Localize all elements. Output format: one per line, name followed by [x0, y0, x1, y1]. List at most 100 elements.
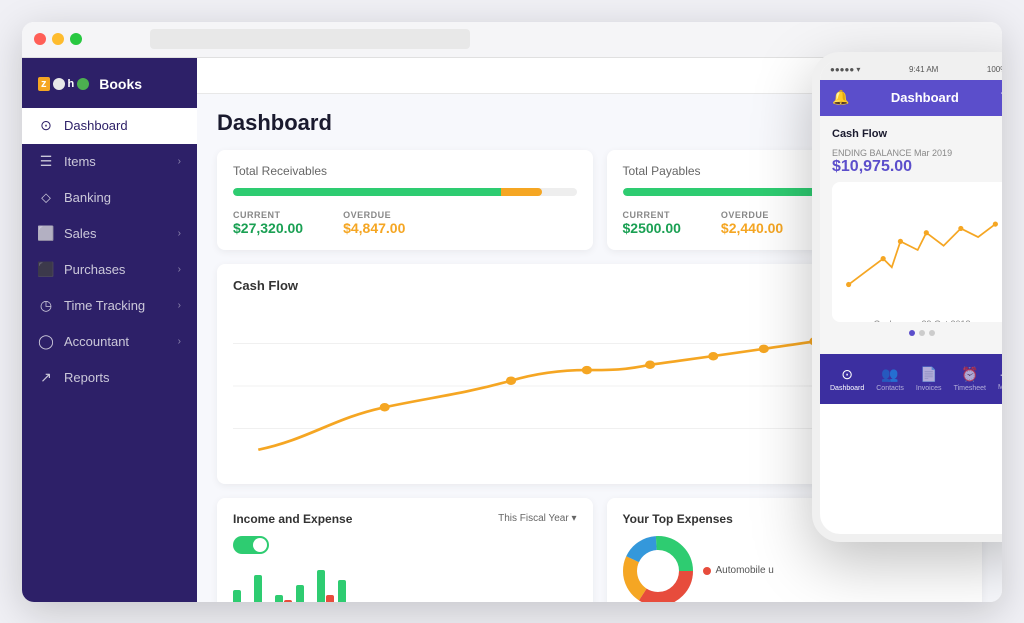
phone-nav-item-contacts[interactable]: 👥 Contacts	[876, 366, 904, 392]
phone-contacts-icon: 👥	[881, 366, 898, 383]
receivables-progress-overdue	[501, 188, 542, 196]
phone-nav-item-timesheet[interactable]: ⏰ Timesheet	[954, 366, 986, 392]
sidebar-item-label: Time Tracking	[64, 298, 145, 313]
bar-group	[275, 595, 292, 602]
bar	[275, 595, 283, 602]
phone-ending-balance-amount: $10,975.00	[832, 158, 1002, 176]
bar	[338, 580, 346, 602]
chevron-right-icon: ›	[178, 264, 181, 275]
receivables-values: CURRENT $27,320.00 OVERDUE $4,847.00	[233, 210, 577, 236]
reports-icon: ↗	[38, 370, 54, 386]
app-container: z h Books ⊙ Dashboard ☰ Items › ⬦ Bankin…	[22, 22, 1002, 602]
traffic-lights	[34, 33, 82, 45]
bar	[326, 595, 334, 602]
bar-group	[254, 575, 271, 602]
phone-nav-label: Timesheet	[954, 385, 986, 392]
top-expenses-legend: Automobile u	[703, 565, 774, 576]
phone-cash-flow-header: Cash Flow	[832, 128, 1002, 140]
chevron-right-icon: ›	[178, 228, 181, 239]
sidebar-logo: z h Books	[22, 66, 197, 108]
maximize-button[interactable]	[70, 33, 82, 45]
logo-z: z	[38, 77, 50, 91]
sidebar-item-label: Purchases	[64, 262, 125, 277]
sidebar-item-purchases[interactable]: ⬛ Purchases ›	[22, 252, 197, 288]
income-expense-toggle[interactable]	[233, 536, 269, 554]
income-expense-filter[interactable]: This Fiscal Year ▾	[498, 513, 576, 524]
phone-nav-item-invoices[interactable]: 📄 Invoices	[916, 366, 942, 392]
phone-dashboard-icon: ⊙	[841, 366, 853, 383]
phone-balance-section: ENDING BALANCE Mar 2019 $10,975.00	[832, 148, 1002, 176]
sales-icon: ⬜	[38, 226, 54, 242]
phone-bell-icon[interactable]: 🔔	[832, 89, 849, 106]
bar	[284, 600, 292, 602]
accountant-icon: ◯	[38, 334, 54, 350]
bar-group	[233, 590, 250, 602]
phone-timesheet-icon: ⏰	[961, 366, 978, 383]
chevron-right-icon: ›	[178, 336, 181, 347]
sidebar-item-reports[interactable]: ↗ Reports	[22, 360, 197, 396]
sidebar-item-sales[interactable]: ⬜ Sales ›	[22, 216, 197, 252]
bar	[254, 575, 262, 602]
sidebar-item-label: Reports	[64, 370, 110, 385]
total-receivables-title: Total Receivables	[233, 164, 577, 178]
bar	[233, 590, 241, 602]
sidebar-item-label: Sales	[64, 226, 97, 241]
items-icon: ☰	[38, 154, 54, 170]
income-expense-title: Income and Expense	[233, 512, 352, 526]
income-expense-bar-chart	[233, 560, 577, 602]
phone-signal: ●●●●● ▾	[830, 65, 860, 74]
receivables-progress-bar	[233, 188, 577, 196]
phone-nav-item-more[interactable]: ··· More	[998, 366, 1002, 391]
sidebar-item-accountant[interactable]: ◯ Accountant ›	[22, 324, 197, 360]
phone-cash-flow-title: Cash Flow	[832, 128, 887, 140]
logo-o1	[53, 78, 65, 90]
minimize-button[interactable]	[52, 33, 64, 45]
phone-status-bar: ●●●●● ▾ 9:41 AM 100% ▮	[820, 60, 1002, 80]
phone-battery: 100% ▮	[987, 65, 1002, 74]
mobile-phone-overlay: ●●●●● ▾ 9:41 AM 100% ▮ 🔔 Dashboard ↻ Cas…	[812, 52, 1002, 542]
receivables-current-amount: $27,320.00	[233, 220, 303, 236]
page-dot	[929, 330, 935, 336]
logo-h: h	[68, 78, 75, 90]
sidebar-item-label: Items	[64, 154, 96, 169]
phone-body: Cash Flow ENDING BALANCE Mar 2019 $10,97…	[820, 116, 1002, 354]
phone-cash-date: Cash as on 29 Oct 2018	[840, 319, 1002, 322]
receivables-overdue-group: OVERDUE $4,847.00	[343, 210, 405, 236]
phone-nav-bar: 🔔 Dashboard ↻	[820, 80, 1002, 116]
phone-nav-item-dashboard[interactable]: ⊙ Dashboard	[830, 366, 864, 392]
bar	[317, 570, 325, 602]
phone-ending-balance-label: ENDING BALANCE Mar 2019	[832, 148, 1002, 158]
phone-refresh-icon[interactable]: ↻	[1000, 89, 1002, 106]
payables-overdue-label: OVERDUE	[721, 210, 783, 220]
sidebar-item-items[interactable]: ☰ Items ›	[22, 144, 197, 180]
page-dot	[919, 330, 925, 336]
top-expense-item: Automobile u	[716, 565, 774, 576]
sidebar-item-dashboard[interactable]: ⊙ Dashboard	[22, 108, 197, 144]
zoho-logo: z h	[38, 77, 89, 91]
phone-nav-title: Dashboard	[891, 90, 959, 105]
payables-overdue-amount: $2,440.00	[721, 220, 783, 236]
phone-nav-label: More	[998, 384, 1002, 391]
phone-nav-label: Dashboard	[830, 385, 864, 392]
toggle-knob	[253, 538, 267, 552]
logo-books-text: Books	[99, 76, 142, 92]
sidebar-item-label: Dashboard	[64, 118, 128, 133]
logo-o2	[77, 78, 89, 90]
sidebar-item-time-tracking[interactable]: ◷ Time Tracking ›	[22, 288, 197, 324]
payables-overdue-group: OVERDUE $2,440.00	[721, 210, 783, 236]
page-dot-active	[909, 330, 915, 336]
receivables-overdue-amount: $4,847.00	[343, 220, 405, 236]
phone-nav-label: Invoices	[916, 385, 942, 392]
sidebar-item-banking[interactable]: ⬦ Banking	[22, 180, 197, 216]
phone-bottom-nav: ⊙ Dashboard 👥 Contacts 📄 Invoices ⏰ Time…	[820, 354, 1002, 404]
phone-more-icon: ···	[999, 366, 1002, 382]
bar-group	[338, 580, 355, 602]
bar-group	[296, 585, 313, 602]
income-expense-header: Income and Expense This Fiscal Year ▾	[233, 512, 577, 526]
phone-invoices-icon: 📄	[920, 366, 937, 383]
total-receivables-card: Total Receivables CURRENT $27,320.00 O	[217, 150, 593, 250]
close-button[interactable]	[34, 33, 46, 45]
banking-icon: ⬦	[38, 190, 54, 206]
receivables-current-group: CURRENT $27,320.00	[233, 210, 303, 236]
url-bar[interactable]	[150, 29, 470, 49]
